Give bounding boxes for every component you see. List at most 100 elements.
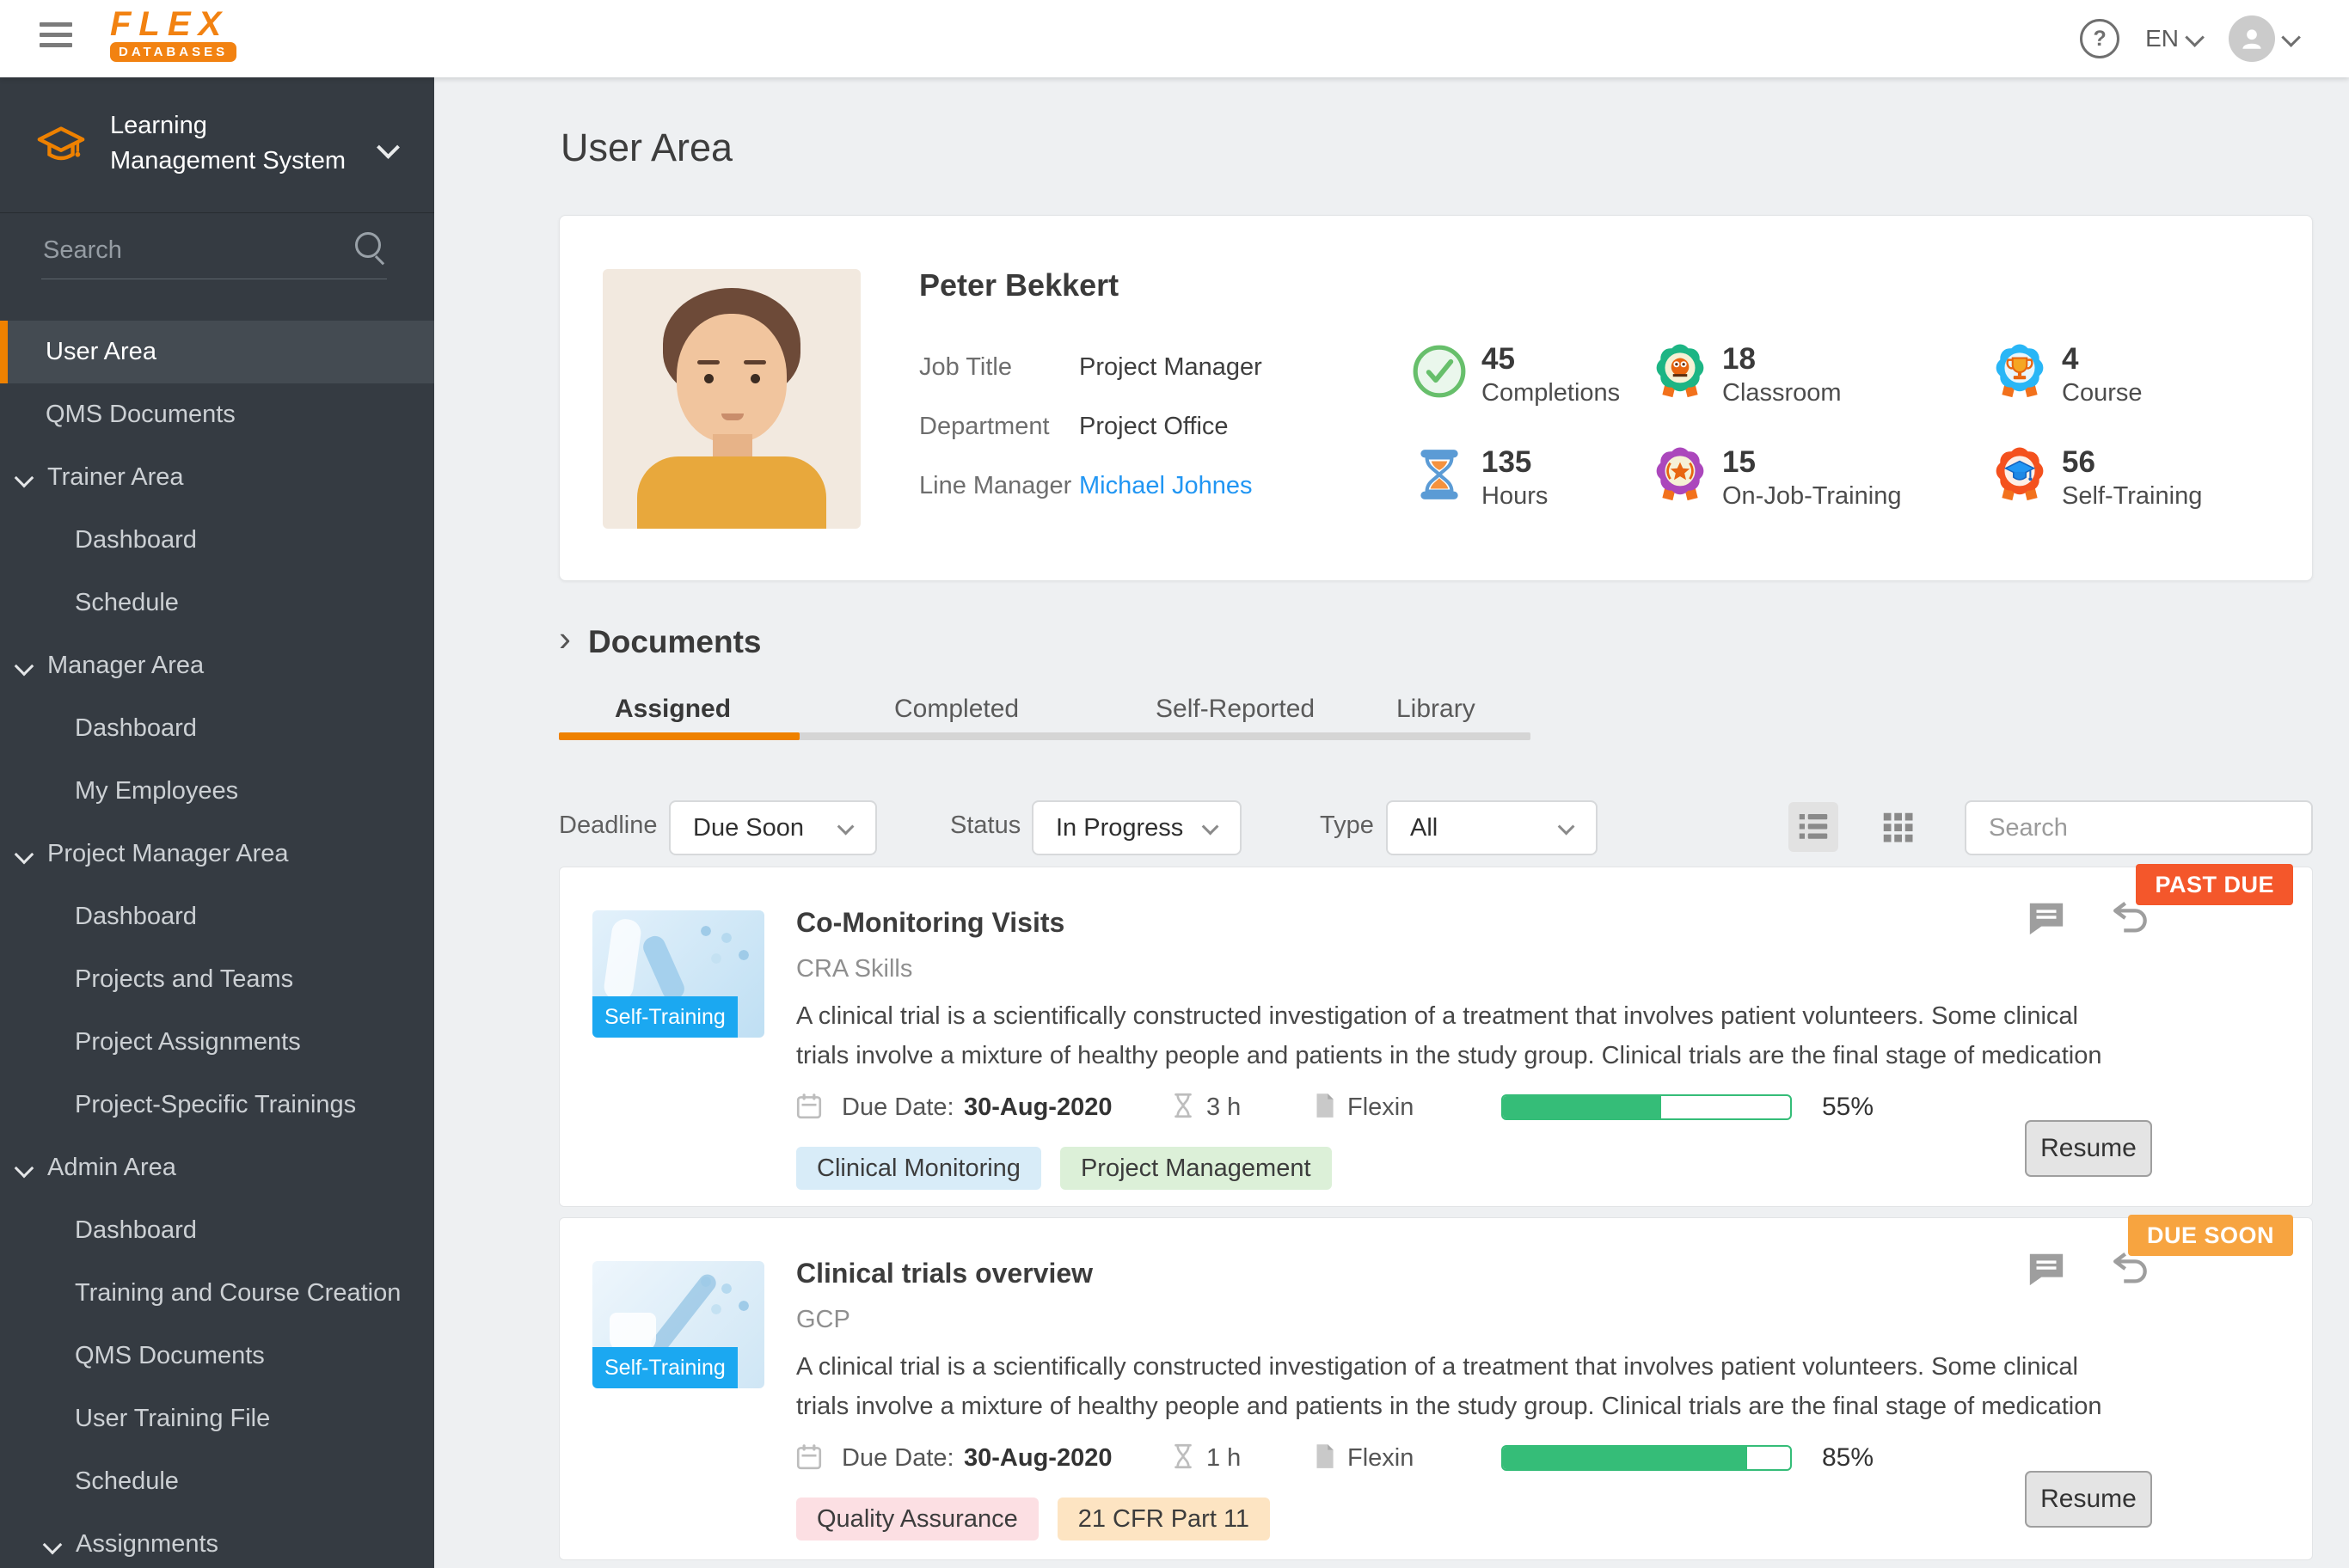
duration-hourglass-icon [1168, 1091, 1198, 1125]
stat-on-job-training: 15 On-Job-Training [1652, 446, 1901, 513]
sidebar-group-assignments[interactable]: Assignments [0, 1513, 434, 1568]
due-date-value: 30-Aug-2020 [964, 1444, 1113, 1472]
main-content: User Area Peter Bekkert Job Title Projec… [559, 0, 2313, 1568]
progress-bar [1501, 1094, 1792, 1120]
sidebar-group-trainer-area[interactable]: Trainer Area [0, 446, 434, 509]
logo-text-flex: FLEX [110, 5, 230, 43]
comment-icon[interactable] [2027, 1249, 2066, 1289]
status-badge: PAST DUE [2136, 864, 2293, 905]
course-category: GCP [796, 1306, 850, 1333]
field-job-title: Job Title Project Manager [919, 353, 1262, 381]
sidebar-item-trainer-schedule[interactable]: Schedule [0, 572, 434, 634]
sidebar-search-input[interactable] [41, 236, 328, 266]
user-menu[interactable] [2229, 15, 2301, 62]
progress-percent: 55% [1822, 1093, 1874, 1121]
badge-trophy-icon [1991, 343, 2048, 400]
language-selector[interactable]: EN [2145, 25, 2205, 52]
sidebar-item-project-assignments[interactable]: Project Assignments [0, 1011, 434, 1074]
document-card-co-monitoring-visits[interactable]: PAST DUE Self-Training Co-Monitoring Vis… [559, 864, 2313, 1207]
course-category: CRA Skills [796, 955, 913, 983]
progress-percent: 85% [1822, 1443, 1874, 1472]
course-title[interactable]: Clinical trials overview [796, 1258, 1093, 1289]
sidebar-module-header[interactable]: Learning Management System [0, 77, 434, 213]
chevron-down-icon [14, 468, 34, 487]
sidebar-item-admin-qms-documents[interactable]: QMS Documents [0, 1325, 434, 1387]
sidebar: Learning Management System User Area QMS… [0, 77, 434, 1568]
sidebar-item-admin-dashboard[interactable]: Dashboard [0, 1199, 434, 1262]
top-bar: FLEX DATABASES ? EN [0, 0, 2349, 77]
file-icon [1309, 1091, 1339, 1125]
sidebar-item-pm-dashboard[interactable]: Dashboard [0, 885, 434, 948]
chevron-down-icon [42, 1534, 63, 1554]
sidebar-item-user-training-file[interactable]: User Training File [0, 1387, 434, 1450]
profile-photo [603, 269, 861, 529]
status-label: Status [950, 812, 1021, 839]
status-select[interactable]: In Progress [1032, 800, 1242, 855]
provider-value: Flexin [1347, 1444, 1414, 1472]
chevron-down-icon [1557, 818, 1575, 836]
provider-value: Flexin [1347, 1093, 1414, 1121]
tag-quality-assurance[interactable]: Quality Assurance [796, 1498, 1039, 1540]
deadline-select[interactable]: Due Soon [669, 800, 877, 855]
sidebar-item-training-and-course-creation[interactable]: Training and Course Creation [0, 1262, 434, 1325]
profile-card: Peter Bekkert Job Title Project Manager … [559, 215, 2313, 581]
calendar-icon [794, 1091, 824, 1125]
tab-library[interactable]: Library [1396, 695, 1475, 724]
stat-self-training: 56 Self-Training [1991, 446, 2202, 513]
undo-icon[interactable] [2109, 898, 2149, 938]
type-select[interactable]: All [1386, 800, 1598, 855]
sidebar-group-admin-area[interactable]: Admin Area [0, 1136, 434, 1199]
list-view-button[interactable] [1788, 802, 1838, 852]
search-icon[interactable] [355, 232, 381, 258]
badge-wreath-icon [1652, 446, 1708, 503]
file-icon [1309, 1442, 1339, 1476]
sidebar-item-trainer-dashboard[interactable]: Dashboard [0, 509, 434, 572]
flex-databases-logo[interactable]: FLEX DATABASES [110, 5, 237, 62]
documents-search-input[interactable] [1965, 800, 2313, 855]
sidebar-item-qms-documents[interactable]: QMS Documents [0, 383, 434, 446]
course-thumbnail[interactable]: Self-Training [592, 1261, 764, 1388]
chevron-down-icon [14, 844, 34, 864]
line-manager-link[interactable]: Michael Johnes [1079, 472, 1253, 500]
sidebar-item-admin-schedule[interactable]: Schedule [0, 1450, 434, 1513]
comment-icon[interactable] [2027, 898, 2066, 938]
sidebar-item-my-employees[interactable]: My Employees [0, 760, 434, 823]
sidebar-item-project-specific-trainings[interactable]: Project-Specific Trainings [0, 1074, 434, 1136]
due-date-value: 30-Aug-2020 [964, 1093, 1113, 1121]
sidebar-item-projects-and-teams[interactable]: Projects and Teams [0, 948, 434, 1011]
chevron-down-icon [14, 656, 34, 676]
document-card-clinical-trials-overview[interactable]: DUE SOON Self-Training Clinical trials o… [559, 1215, 2313, 1560]
section-chevron-icon: › [559, 618, 571, 658]
tag-project-management[interactable]: Project Management [1059, 1147, 1332, 1190]
progress-bar [1501, 1445, 1792, 1471]
help-icon[interactable]: ? [2080, 19, 2120, 58]
deadline-label: Deadline [559, 812, 658, 839]
undo-icon[interactable] [2109, 1249, 2149, 1289]
grid-view-button[interactable] [1873, 802, 1923, 852]
field-department: Department Project Office [919, 413, 1229, 440]
documents-section-header[interactable]: › Documents [559, 618, 761, 660]
sidebar-group-manager-area[interactable]: Manager Area [0, 634, 434, 697]
sidebar-item-user-area[interactable]: User Area [0, 321, 434, 383]
list-view-icon [1799, 814, 1828, 839]
stat-hours: 135 Hours [1411, 446, 1548, 513]
tag-clinical-monitoring[interactable]: Clinical Monitoring [796, 1147, 1041, 1190]
course-description: A clinical trial is a scientifically con… [796, 1353, 2102, 1420]
hourglass-icon [1411, 446, 1468, 503]
tab-self-reported[interactable]: Self-Reported [1156, 695, 1315, 724]
sidebar-search [0, 213, 434, 299]
tab-assigned[interactable]: Assigned [615, 695, 731, 724]
language-label: EN [2145, 25, 2179, 52]
resume-button[interactable]: Resume [2025, 1471, 2152, 1528]
resume-button[interactable]: Resume [2025, 1120, 2152, 1177]
course-thumbnail[interactable]: Self-Training [592, 910, 764, 1038]
tab-completed[interactable]: Completed [894, 695, 1019, 724]
due-date-label: Due Date: [842, 1444, 954, 1472]
tag-21-cfr-part-11[interactable]: 21 CFR Part 11 [1057, 1498, 1271, 1540]
training-type-chip: Self-Training [592, 1347, 738, 1388]
course-title[interactable]: Co-Monitoring Visits [796, 907, 1064, 939]
hamburger-menu-icon[interactable] [40, 22, 72, 53]
due-date-label: Due Date: [842, 1093, 954, 1121]
sidebar-item-manager-dashboard[interactable]: Dashboard [0, 697, 434, 760]
sidebar-group-project-manager-area[interactable]: Project Manager Area [0, 823, 434, 885]
